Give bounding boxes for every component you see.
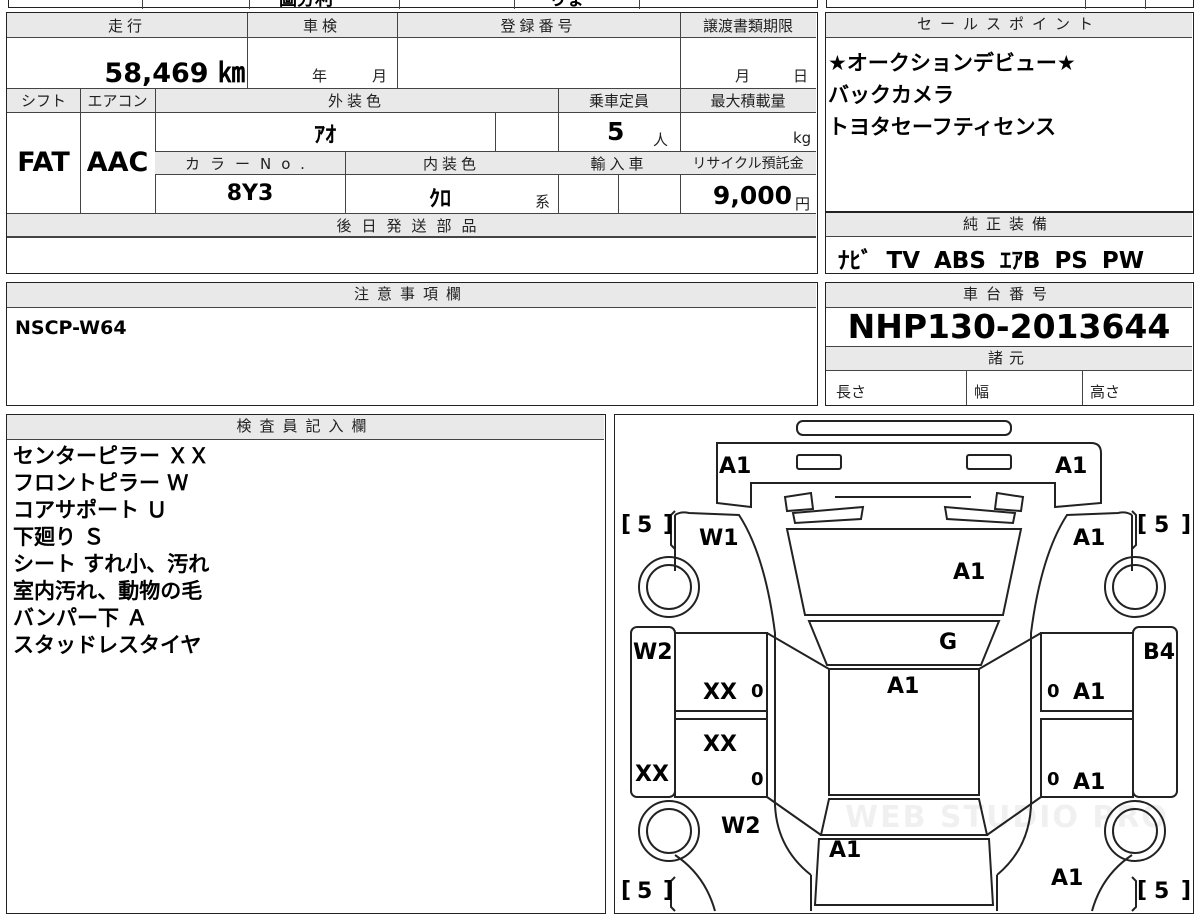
right-front-door-mark: 0 (1047, 681, 1060, 702)
top-strip-value-1: 圖分利 (279, 0, 333, 9)
left-front-pillar-code: W2 (633, 640, 673, 665)
length-label: 長さ (836, 383, 867, 401)
inspection-year-unit: 年 (312, 67, 328, 85)
inspector-note: 下廻り Ｓ (13, 525, 105, 549)
inspector-label: 検査員記入欄 (7, 415, 604, 440)
registration-label: 登録番号 (500, 17, 577, 35)
color-no-value: 8Y3 (226, 181, 274, 206)
tire-rear-right-code-end: ] (1181, 878, 1191, 903)
interior-color-suffix: 系 (535, 193, 551, 211)
tire-front-left-code-value: 5 (637, 513, 652, 538)
recycle-label: リサイクル預託金 (692, 156, 804, 172)
tire-front-left-code-end: ] (663, 512, 673, 537)
exterior-color-value: ｱｵ (313, 123, 336, 148)
inspector-note: フロントピラー Ｗ (13, 471, 189, 495)
inspector-note: センターピラー ＸＸ (13, 444, 210, 468)
hood-code: A1 (953, 560, 985, 585)
chassis-number: NHP130-2013644 (847, 307, 1171, 346)
chassis-panel: 車台番号 NHP130-2013644 諸元 長さ 幅 高さ (825, 282, 1194, 406)
recycle-unit: 円 (795, 195, 811, 213)
max-load-unit: kg (793, 129, 812, 147)
exterior-color-label: 外装色 (327, 92, 385, 110)
capacity-label: 乗車定員 (588, 92, 649, 110)
tire-front-left-code: [ (621, 512, 631, 537)
rear-right-code: A1 (1051, 866, 1083, 891)
rear-quarter-left-code: W2 (721, 814, 761, 839)
transfer-month-unit: 月 (735, 67, 751, 85)
tire-rear-right-code-value: 5 (1154, 879, 1169, 904)
top-strip-right (826, 0, 1194, 9)
inspector-note: 室内汚れ、動物の毛 (13, 579, 203, 603)
inspector-note: スタッドレスタイヤ (13, 633, 202, 657)
sales-points-label: セールスポイント (826, 13, 1192, 38)
vehicle-info-panel: 走行 車検 登録番号 譲渡書類期限 58,469 ㎞ 年 月 月 日 シフト エ… (6, 12, 818, 274)
capacity-unit: 人 (653, 131, 669, 149)
transfer-deadline-label: 譲渡書類期限 (702, 17, 793, 35)
right-front-pillar-code: B4 (1143, 640, 1175, 665)
import-label: 輸入車 (590, 155, 648, 173)
inspector-panel: 検査員記入欄 センターピラー ＸＸ フロントピラー Ｗ コアサポート Ｕ 下廻り… (6, 414, 606, 914)
windshield-code: G (939, 630, 957, 655)
inspector-note: シート すれ小、汚れ (13, 552, 210, 576)
tire-front-right-code-value: 5 (1154, 513, 1169, 538)
inspector-note: コアサポート Ｕ (13, 498, 168, 522)
trunk-code: A1 (829, 838, 861, 863)
sales-point-line: トヨタセーフティセンス (828, 115, 1057, 139)
caution-value: NSCP-W64 (15, 317, 127, 339)
sales-point-line: バックカメラ (828, 83, 954, 107)
left-rear-door-mark: 0 (751, 769, 764, 790)
interior-color-value: ｸﾛ (428, 187, 451, 212)
right-rear-door-mark: 0 (1047, 769, 1060, 790)
top-strip: 圖分利 りょ (8, 0, 818, 9)
height-label: 高さ (1090, 383, 1121, 401)
front-right-code: A1 (1055, 454, 1087, 479)
interior-color-label: 内装色 (422, 155, 480, 173)
fender-front-left-code: W1 (699, 526, 739, 551)
tire-front-right-code-end: ] (1181, 512, 1191, 537)
car-damage-diagram: [ 5 ] [ 5 ] [ 5 ] [ 5 ] A1 A1 W1 A1 A1 G… (614, 414, 1194, 914)
car-outline-svg: [ 5 ] [ 5 ] [ 5 ] [ 5 ] A1 A1 W1 A1 A1 G… (621, 420, 1191, 912)
genuine-equipment-value: ﾅﾋﾞ TV ABS ｴｱB PS PW (838, 248, 1145, 274)
width-label: 幅 (974, 383, 990, 401)
mileage-value: 58,469 ㎞ (104, 58, 245, 89)
watermark: WEB STUDIO PRO (845, 800, 1169, 835)
tire-front-right-code: [ (1137, 512, 1147, 537)
transfer-day-unit: 日 (793, 67, 809, 85)
right-rear-door-code: A1 (1073, 770, 1105, 795)
chassis-label: 車台番号 (826, 283, 1192, 308)
tire-rear-left-code-end: ] (663, 878, 673, 903)
right-front-door-code: A1 (1073, 680, 1105, 705)
sales-points-panel: セールスポイント ★オークションデビュー★ バックカメラ トヨタセーフティセンス (825, 12, 1194, 212)
recycle-value: 9,000 (712, 181, 792, 210)
later-parts-label: 後日発送部品 (336, 217, 487, 235)
inspection-label: 車検 (302, 17, 341, 35)
left-sill-code: XX (635, 762, 669, 787)
capacity-value: 5 (607, 117, 625, 146)
specs-label: 諸元 (826, 347, 1192, 371)
color-no-label: カラーNo. (185, 155, 315, 173)
caution-panel: 注意事項欄 NSCP-W64 (6, 282, 818, 406)
aircon-value: AAC (86, 147, 149, 178)
aircon-label: エアコン (87, 92, 148, 110)
roof-code: A1 (887, 674, 919, 699)
genuine-equipment-label: 純正装備 (826, 213, 1192, 237)
left-front-door-mark: 0 (751, 681, 764, 702)
tire-rear-left-code-value: 5 (637, 879, 652, 904)
max-load-label: 最大積載量 (710, 92, 786, 110)
front-left-code: A1 (719, 454, 751, 479)
tire-rear-right-code: [ (1137, 878, 1147, 903)
mileage-label: 走行 (107, 17, 146, 35)
left-rear-door-code: XX (703, 732, 737, 757)
left-front-door-code: XX (703, 680, 737, 705)
fender-front-right-code: A1 (1073, 526, 1105, 551)
sales-point-line: ★オークションデビュー★ (828, 51, 1076, 75)
inspector-note: バンパー下 Ａ (13, 606, 148, 630)
top-strip-value-2: りょ (549, 0, 585, 9)
caution-label: 注意事項欄 (7, 283, 816, 308)
inspection-month-unit: 月 (372, 67, 388, 85)
tire-rear-left-code: [ (621, 878, 631, 903)
genuine-equipment-panel: 純正装備 ﾅﾋﾞ TV ABS ｴｱB PS PW (825, 212, 1194, 274)
shift-label: シフト (20, 92, 66, 110)
shift-value: FAT (17, 147, 70, 178)
